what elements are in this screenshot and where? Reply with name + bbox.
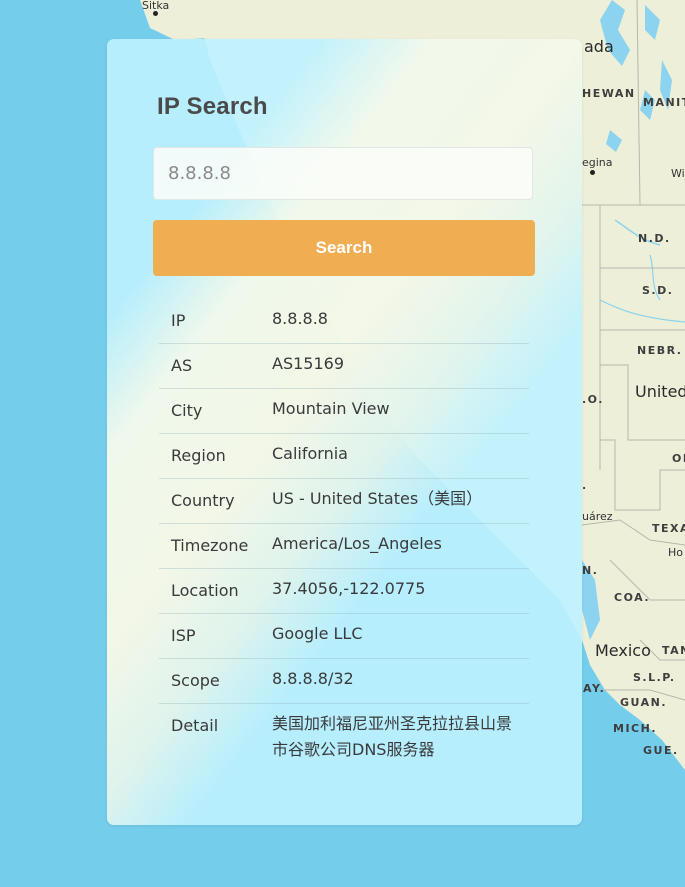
ip-search-input[interactable]	[153, 147, 533, 200]
result-key: Timezone	[171, 536, 249, 555]
result-value: AS15169	[272, 354, 344, 373]
result-key: Region	[171, 446, 226, 465]
map-label-mexico: Mexico	[595, 641, 651, 660]
result-key: IP	[171, 311, 186, 330]
page-title: IP Search	[157, 93, 268, 120]
result-value: 8.8.8.8/32	[272, 669, 354, 688]
map-label-gue: GUE.	[643, 744, 679, 757]
result-key: Scope	[171, 671, 220, 690]
result-row-detail: Detail 美国加利福尼亚州圣克拉拉县山景市谷歌公司DNS服务器	[159, 704, 529, 763]
result-row-scope: Scope 8.8.8.8/32	[159, 659, 529, 704]
results-table: IP 8.8.8.8 AS AS15169 City Mountain View…	[159, 299, 529, 763]
map-label-sitka: Sitka	[142, 0, 170, 12]
result-row-location: Location 37.4056,-122.0775	[159, 569, 529, 614]
result-value: 8.8.8.8	[272, 309, 328, 328]
map-label-united: United	[635, 382, 685, 401]
search-button[interactable]: Search	[153, 220, 535, 276]
map-label-nd: N.D.	[638, 232, 671, 245]
map-label-regina: egina	[582, 156, 613, 169]
map-label-texas: TEXA	[652, 522, 685, 535]
map-label-ok: OK	[672, 452, 685, 465]
result-value: California	[272, 444, 348, 463]
result-key: Detail	[171, 716, 219, 735]
map-label-colo: .O.	[582, 393, 604, 406]
map-label-saskatchewan: HEWAN	[582, 87, 636, 100]
result-row-as: AS AS15169	[159, 344, 529, 389]
map-label-wi: Wi	[671, 167, 685, 180]
map-label-a: .	[582, 479, 588, 492]
result-value: 美国加利福尼亚州圣克拉拉县山景市谷歌公司DNS服务器	[272, 714, 513, 759]
result-row-timezone: Timezone America/Los_Angeles	[159, 524, 529, 569]
result-value: Mountain View	[272, 399, 390, 418]
result-key: Country	[171, 491, 235, 510]
map-label-ay: AY.	[583, 682, 606, 695]
result-row-country: Country US - United States（美国）	[159, 479, 529, 524]
regina-dot	[590, 170, 595, 175]
map-label-canada: ada	[584, 37, 614, 56]
result-row-region: Region California	[159, 434, 529, 479]
result-key: City	[171, 401, 203, 420]
map-label-n: N.	[582, 564, 599, 577]
map-label-juarez: uárez	[582, 510, 613, 523]
map-label-mich: MICH.	[613, 722, 657, 735]
result-row-city: City Mountain View	[159, 389, 529, 434]
result-value: US - United States（美国）	[272, 489, 483, 508]
ip-search-card: IP Search Search IP 8.8.8.8 AS AS15169 C…	[107, 39, 582, 825]
map-label-tam: TAN	[662, 644, 685, 657]
result-key: Location	[171, 581, 239, 600]
result-value: 37.4056,-122.0775	[272, 579, 426, 598]
result-key: ISP	[171, 626, 196, 645]
map-label-nebr: NEBR.	[637, 344, 683, 357]
map-label-coa: COA.	[614, 591, 651, 604]
result-key: AS	[171, 356, 193, 375]
map-label-guan: GUAN.	[620, 696, 668, 709]
result-row-ip: IP 8.8.8.8	[159, 299, 529, 344]
map-label-manitoba: MANIT	[643, 96, 685, 109]
map-label-slp: S.L.P.	[633, 671, 676, 684]
map-label-sd: S.D.	[642, 284, 674, 297]
result-value: Google LLC	[272, 624, 363, 643]
map-label-ho: Ho	[668, 546, 684, 559]
result-value: America/Los_Angeles	[272, 534, 442, 553]
result-row-isp: ISP Google LLC	[159, 614, 529, 659]
